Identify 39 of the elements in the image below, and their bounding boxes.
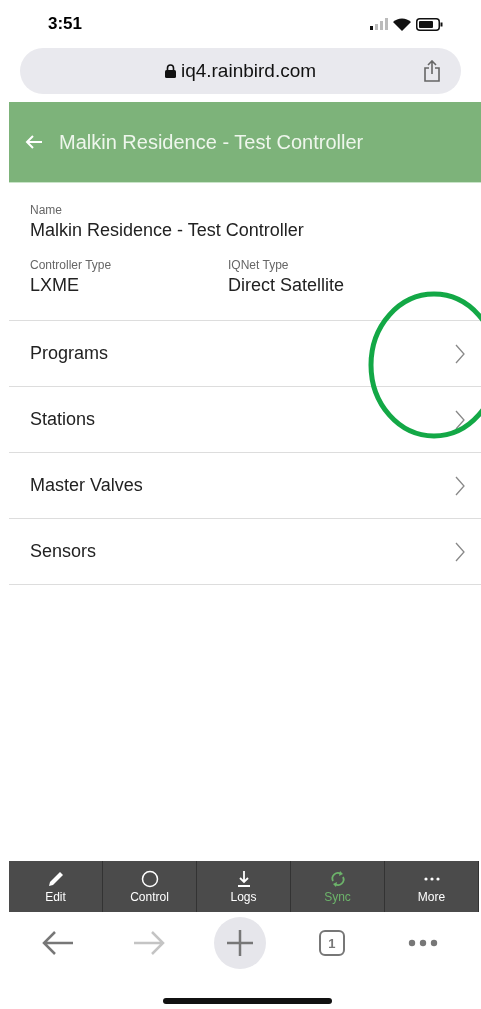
menu-item[interactable]: Master Valves	[9, 452, 481, 518]
right-arrow-icon	[132, 930, 167, 956]
more-icon	[422, 876, 441, 881]
new-tab-button[interactable]	[214, 917, 267, 969]
status-time: 3:51	[48, 14, 83, 34]
circle-icon	[140, 869, 159, 888]
address-bar[interactable]: iq4.rainbird.com	[20, 48, 461, 94]
menu-item[interactable]: Programs	[9, 320, 481, 386]
menu-item[interactable]: Stations	[9, 386, 481, 452]
field-value: Malkin Residence - Test Controller	[30, 220, 305, 241]
chevron-icon	[455, 409, 465, 430]
signal-icon	[370, 18, 388, 30]
chevron-icon	[455, 541, 465, 562]
wifi-icon	[393, 17, 411, 31]
tabs-button[interactable]: 1	[305, 917, 358, 969]
toolbar-button[interactable]: Sync	[291, 861, 385, 912]
battery-icon	[416, 17, 443, 31]
field-label: Controller Type	[30, 258, 113, 272]
chevron-icon	[455, 343, 465, 364]
url-text: iq4.rainbird.com	[180, 60, 317, 82]
menu-item[interactable]: Sensors	[9, 518, 481, 585]
toolbar-button[interactable]: More	[385, 861, 479, 912]
toolbar-button[interactable]: Edit	[9, 861, 103, 912]
field-value: LXME	[30, 275, 81, 296]
left-arrow-icon	[40, 930, 75, 956]
lock-icon	[164, 64, 176, 78]
header-title: Malkin Residence - Test Controller	[59, 130, 364, 154]
field-label: IQNet Type	[228, 258, 290, 272]
field-label: Name	[30, 203, 63, 217]
field-value: Direct Satellite	[228, 275, 346, 296]
pencil-icon	[46, 869, 65, 888]
sync-icon	[328, 869, 347, 888]
back-arrow-icon[interactable]	[25, 134, 43, 150]
chevron-icon	[455, 475, 465, 496]
more-icon	[408, 939, 439, 947]
plus-icon	[226, 929, 255, 957]
share-icon[interactable]	[423, 60, 441, 82]
toolbar-button[interactable]: Logs	[197, 861, 291, 912]
toolbar-button[interactable]: Control	[103, 861, 197, 912]
